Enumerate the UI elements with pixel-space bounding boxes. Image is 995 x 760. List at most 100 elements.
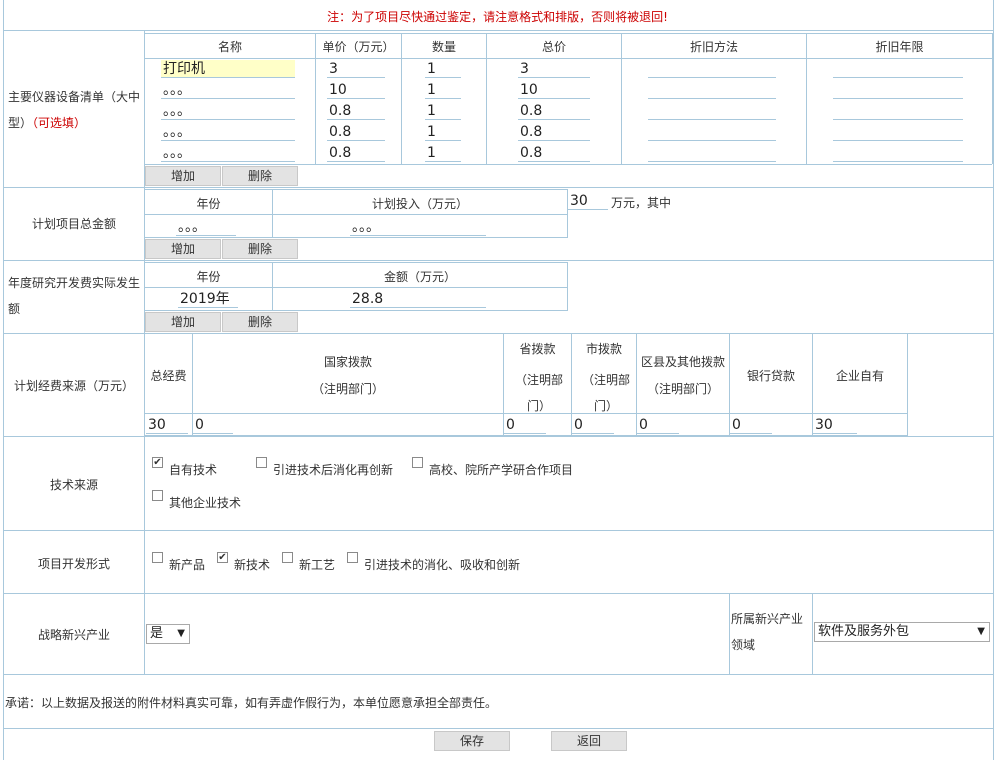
plan-investment-input[interactable]: 。。。 [350,218,486,236]
equipment-depreciation-years-input[interactable] [833,102,963,120]
equipment-unit-price-input[interactable]: 10 [327,81,385,99]
col-header-bank-loan: 银行贷款 [746,369,795,383]
tech-source-checkbox-import[interactable] [256,457,267,468]
strategic-select-value: 是 [150,626,164,641]
tech-source-checkbox-other[interactable] [152,490,163,501]
dev-form-checkbox-technology[interactable]: ✔ [217,552,228,563]
equipment-depreciation-method-input[interactable] [648,144,776,162]
tech-source-checkbox-university[interactable] [412,457,423,468]
plan-delete-button[interactable]: 删除 [222,239,298,259]
col-header-self-funded: 企业自有 [835,369,884,383]
equipment-quantity-input[interactable]: 1 [425,144,461,162]
strategic-field-select[interactable]: 软件及服务外包 ▼ [814,622,990,642]
annual-rd-label: 年度研究开发费实际发生额 [8,276,141,316]
strategic-select[interactable]: 是 ▼ [146,624,190,644]
col-header-depreciation-years: 折旧年限 [875,40,924,54]
equipment-unit-price-input[interactable]: 0.8 [327,102,385,120]
promise-text: 承诺：以上数据及报送的附件材料真实可靠，如有弄虚作假行为，本单位愿意承担全部责任… [5,696,498,710]
equipment-depreciation-method-input[interactable] [648,102,776,120]
equipment-unit-price-input[interactable]: 0.8 [327,123,385,141]
equipment-total-input[interactable]: 0.8 [518,123,590,141]
funding-county-input[interactable]: 0 [637,416,679,434]
plan-total-suffix: 万元，其中 [611,196,672,210]
equipment-quantity-input[interactable]: 1 [425,123,461,141]
dev-form-option-process: 新工艺 [299,558,336,572]
equipment-depreciation-method-input[interactable] [648,60,776,78]
tech-source-option-university: 高校、院所产学研合作项目 [429,463,574,477]
funding-label: 计划经费来源（万元） [13,379,134,393]
col-header-county-note: （注明部门） [646,382,719,396]
rd-amount-input[interactable]: 28.8 [350,290,486,308]
equipment-name-input[interactable]: 。。。 [161,81,295,99]
dev-form-checkbox-process[interactable] [282,552,293,563]
strategic-field-select-value: 软件及服务外包 [818,624,910,639]
notice-text: 注：为了项目尽快通过鉴定，请注意格式和排版，否则将被退回! [327,10,668,24]
col-header-name: 名称 [217,40,242,54]
save-button[interactable]: 保存 [434,731,510,751]
funding-self-input[interactable]: 30 [813,416,857,434]
equipment-depreciation-years-input[interactable] [833,123,963,141]
col-header-provincial-grant: 省拨款 [519,342,556,356]
equipment-name-input[interactable]: 打印机 [161,60,295,78]
funding-bank-input[interactable]: 0 [730,416,772,434]
equipment-name-input[interactable]: 。。。 [161,102,295,120]
strategic-label: 战略新兴产业 [37,628,110,642]
equipment-label: 主要仪器设备清单（大中型）（可选填） [8,90,141,130]
equipment-quantity-input[interactable]: 1 [425,102,461,120]
strategic-field-label: 所属新兴产业领域 [731,612,804,652]
tech-source-option-other: 其他企业技术 [169,496,242,510]
col-header-total-funds: 总经费 [150,369,187,383]
col-header-county-grant: 区县及其他拨款 [640,355,725,369]
col-header-year: 年份 [196,270,221,284]
equipment-add-button[interactable]: 增加 [145,166,221,186]
tech-source-option-own: 自有技术 [169,463,218,477]
equipment-total-input[interactable]: 3 [518,60,590,78]
funding-city-input[interactable]: 0 [572,416,614,434]
plan-add-button[interactable]: 增加 [145,239,221,259]
rd-year-input[interactable]: 2019年 [178,290,238,308]
chevron-down-icon: ▼ [977,626,985,637]
funding-total-input[interactable]: 30 [146,416,188,434]
rd-add-button[interactable]: 增加 [145,312,221,332]
col-header-national-note: （注明部门） [311,382,384,396]
equipment-depreciation-method-input[interactable] [648,81,776,99]
tech-source-checkbox-own[interactable]: ✔ [152,457,163,468]
col-header-year: 年份 [196,197,221,211]
dev-form-option-absorb: 引进技术的消化、吸收和创新 [364,558,521,572]
equipment-depreciation-years-input[interactable] [833,60,963,78]
col-header-national-grant: 国家拨款 [323,355,372,369]
col-header-unit-price: 单价（万元） [322,40,395,54]
rd-delete-button[interactable]: 删除 [222,312,298,332]
dev-form-option-technology: 新技术 [234,558,271,572]
equipment-name-input[interactable]: 。。。 [161,123,295,141]
col-header-city-grant: 市拨款 [585,342,622,356]
equipment-quantity-input[interactable]: 1 [425,81,461,99]
plan-year-input[interactable]: 。。。 [176,218,236,236]
plan-total-amount-input[interactable]: 30 [568,192,608,210]
tech-source-label: 技术来源 [49,478,98,492]
equipment-name-input[interactable]: 。。。 [161,144,295,162]
equipment-unit-price-input[interactable]: 3 [327,60,385,78]
back-button[interactable]: 返回 [551,731,627,751]
dev-form-checkbox-product[interactable] [152,552,163,563]
col-header-amount: 金额（万元） [383,270,456,284]
col-header-total-price: 总价 [541,40,566,54]
dev-form-checkbox-absorb[interactable] [347,552,358,563]
equipment-depreciation-method-input[interactable] [648,123,776,141]
funding-provincial-input[interactable]: 0 [504,416,546,434]
funding-national-input[interactable]: 0 [193,416,233,434]
equipment-total-input[interactable]: 0.8 [518,144,590,162]
equipment-total-input[interactable]: 0.8 [518,102,590,120]
dev-form-option-product: 新产品 [169,558,206,572]
equipment-depreciation-years-input[interactable] [833,81,963,99]
equipment-depreciation-years-input[interactable] [833,144,963,162]
equipment-unit-price-input[interactable]: 0.8 [327,144,385,162]
tech-source-option-import: 引进技术后消化再创新 [273,463,394,477]
col-header-provincial-note: （注明部门） [514,373,563,413]
equipment-delete-button[interactable]: 删除 [222,166,298,186]
equipment-total-input[interactable]: 10 [518,81,590,99]
col-header-depreciation-method: 折旧方法 [689,40,738,54]
dev-form-label: 项目开发形式 [37,557,110,571]
col-header-city-note: （注明部门） [581,373,630,413]
equipment-quantity-input[interactable]: 1 [425,60,461,78]
